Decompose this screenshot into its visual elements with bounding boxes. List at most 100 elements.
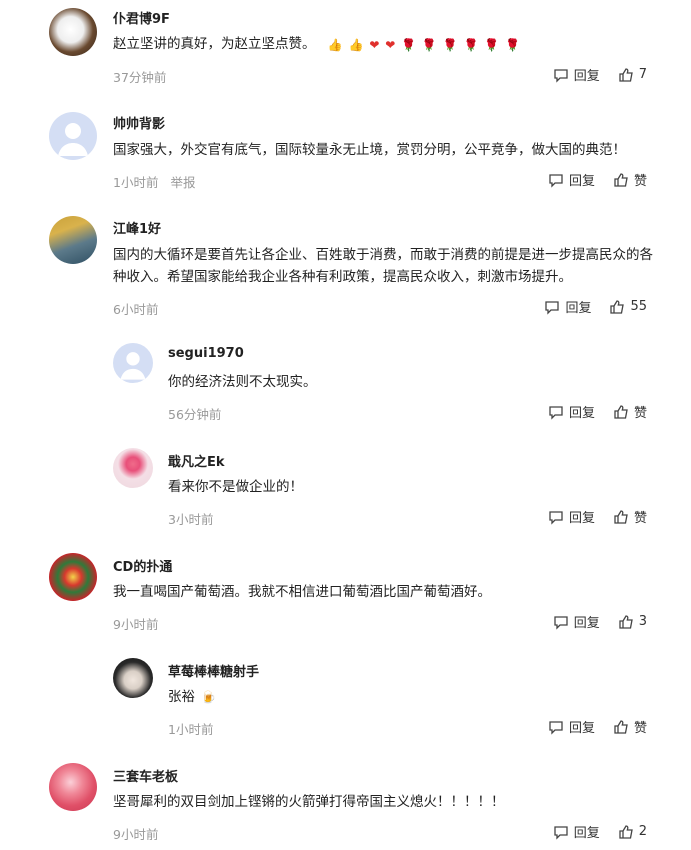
comment-time: 1小时前: [168, 722, 214, 737]
reply-button[interactable]: 回复: [548, 507, 595, 526]
like-count: 2: [638, 824, 647, 839]
reply-button[interactable]: 回复: [553, 822, 600, 841]
like-count: 55: [630, 299, 647, 314]
like-count: 7: [638, 67, 647, 82]
avatar[interactable]: [49, 553, 97, 601]
reply-label: 回复: [568, 406, 595, 421]
comment-author[interactable]: segui1970: [168, 346, 244, 361]
comment-time: 9小时前: [113, 827, 159, 842]
comment-time: 37分钟前: [113, 70, 167, 85]
reply-label: 回复: [568, 511, 595, 526]
reply-button[interactable]: 回复: [544, 297, 591, 316]
thumbs-up-icon: [614, 404, 628, 419]
reply-icon: [554, 825, 568, 840]
comment-text: 我一直喝国产葡萄酒。我就不相信进口葡萄酒比国产葡萄酒好。: [113, 584, 491, 600]
comment-actions: 回复 赞: [530, 507, 647, 526]
thumbs-up-icon: [619, 824, 633, 839]
reply-icon: [549, 173, 563, 188]
heart-icon: ❤: [369, 37, 380, 52]
comment-text-body: 赵立坚讲的真好，为赵立坚点赞。: [113, 36, 316, 52]
default-avatar-icon: [58, 123, 88, 156]
comment-time: 56分钟前: [168, 407, 222, 422]
reply-button[interactable]: 回复: [553, 65, 600, 84]
comment-text: 国内的大循环是要首先让各企业、百姓敢于消费，而敢于消费的前提是进一步提高民众的各…: [113, 247, 653, 285]
comment-text: 国家强大，外交官有底气，国际较量永无止境，赏罚分明，公平竞争，做大国的典范！: [113, 142, 626, 158]
heart-icon: ❤: [385, 37, 396, 52]
default-avatar-icon: [120, 352, 146, 380]
like-button[interactable]: 55: [609, 299, 647, 315]
reply-button[interactable]: 回复: [548, 717, 595, 736]
reply-icon: [554, 68, 568, 83]
avatar[interactable]: [49, 216, 97, 264]
avatar[interactable]: [49, 763, 97, 811]
comment-author[interactable]: 三套车老板: [113, 766, 178, 785]
comment-author[interactable]: 江峰1好: [113, 218, 161, 237]
like-label: 赞: [633, 721, 647, 736]
reply-label: 回复: [568, 174, 595, 189]
comment-time: 9小时前: [113, 617, 159, 632]
rose-icon: 🌹: [505, 37, 520, 52]
reply-icon: [545, 300, 560, 315]
comment-actions: 回复 7: [535, 65, 647, 84]
like-button[interactable]: 赞: [613, 170, 647, 189]
comment-meta: 1小时前 举报: [113, 172, 195, 191]
comment-actions: 回复 55: [526, 297, 647, 316]
comment-actions: 回复 赞: [530, 717, 647, 736]
reply-label: 回复: [568, 721, 595, 736]
reply-button[interactable]: 回复: [548, 170, 595, 189]
comment-text: 你的经济法则不太现实。: [168, 374, 317, 390]
thumbs-up-icon: [619, 67, 633, 82]
reply-icon: [549, 510, 563, 525]
report-link[interactable]: 举报: [170, 175, 195, 190]
avatar[interactable]: [113, 658, 153, 698]
rose-icon: 🌹: [401, 37, 417, 52]
thumbs-up-icon: 👍: [327, 37, 343, 52]
comment-text: 坚哥犀利的双目剑加上铿锵的火箭弹打得帝国主义熄火！！！！！: [113, 794, 505, 810]
comment-author[interactable]: 仆君博9F: [113, 8, 170, 27]
like-button[interactable]: 7: [618, 67, 647, 83]
like-label: 赞: [633, 406, 647, 421]
like-button[interactable]: 赞: [613, 402, 647, 421]
reply-icon: [554, 615, 568, 630]
reply-label: 回复: [573, 616, 600, 631]
comment-text: 赵立坚讲的真好，为赵立坚点赞。 👍 👍 ❤ ❤ 🌹 🌹 🌹 🌹 🌹 🌹: [113, 33, 653, 56]
avatar[interactable]: [49, 112, 97, 160]
like-label: 赞: [633, 174, 647, 189]
thumbs-up-icon: [619, 614, 633, 629]
thumbs-up-icon: [614, 509, 628, 524]
rose-icon: 🌹: [484, 37, 500, 52]
comment-author[interactable]: CD的扑通: [113, 556, 172, 575]
comment-actions: 回复 2: [535, 822, 647, 841]
comment-author[interactable]: 帅帅背影: [113, 113, 165, 132]
rose-icon: 🌹: [421, 37, 437, 52]
comment-time: 3小时前: [168, 512, 214, 527]
comment-text-body: 张裕: [168, 689, 195, 705]
like-button[interactable]: 赞: [613, 507, 647, 526]
reply-button[interactable]: 回复: [548, 402, 595, 421]
like-label: 赞: [633, 511, 647, 526]
rose-icon: 🌹: [463, 37, 479, 52]
avatar[interactable]: [113, 448, 153, 488]
reply-button[interactable]: 回复: [553, 612, 600, 631]
comment-author[interactable]: 草莓棒棒糖射手: [168, 661, 259, 680]
like-count: 3: [638, 614, 647, 629]
like-button[interactable]: 2: [618, 824, 647, 840]
emoji-row: 👍 👍 ❤ ❤ 🌹 🌹 🌹 🌹 🌹 🌹: [326, 37, 520, 52]
thumbs-up-icon: [614, 719, 628, 734]
thumbs-up-icon: [614, 172, 628, 187]
like-button[interactable]: 赞: [613, 717, 647, 736]
reply-label: 回复: [573, 826, 600, 841]
comment-text: 张裕 🍺: [168, 686, 648, 708]
comment-actions: 回复 赞: [530, 170, 647, 189]
comment-time: 6小时前: [113, 302, 159, 317]
avatar[interactable]: [49, 8, 97, 56]
reply-icon: [549, 720, 563, 735]
comment-actions: 回复 赞: [530, 402, 647, 421]
comment-time: 1小时前: [113, 175, 159, 190]
reply-label: 回复: [565, 301, 592, 316]
avatar[interactable]: [113, 343, 153, 383]
reply-icon: [549, 405, 563, 420]
reply-label: 回复: [573, 69, 600, 84]
like-button[interactable]: 3: [618, 614, 647, 630]
comment-author[interactable]: 戢凡之Ek: [168, 451, 225, 470]
